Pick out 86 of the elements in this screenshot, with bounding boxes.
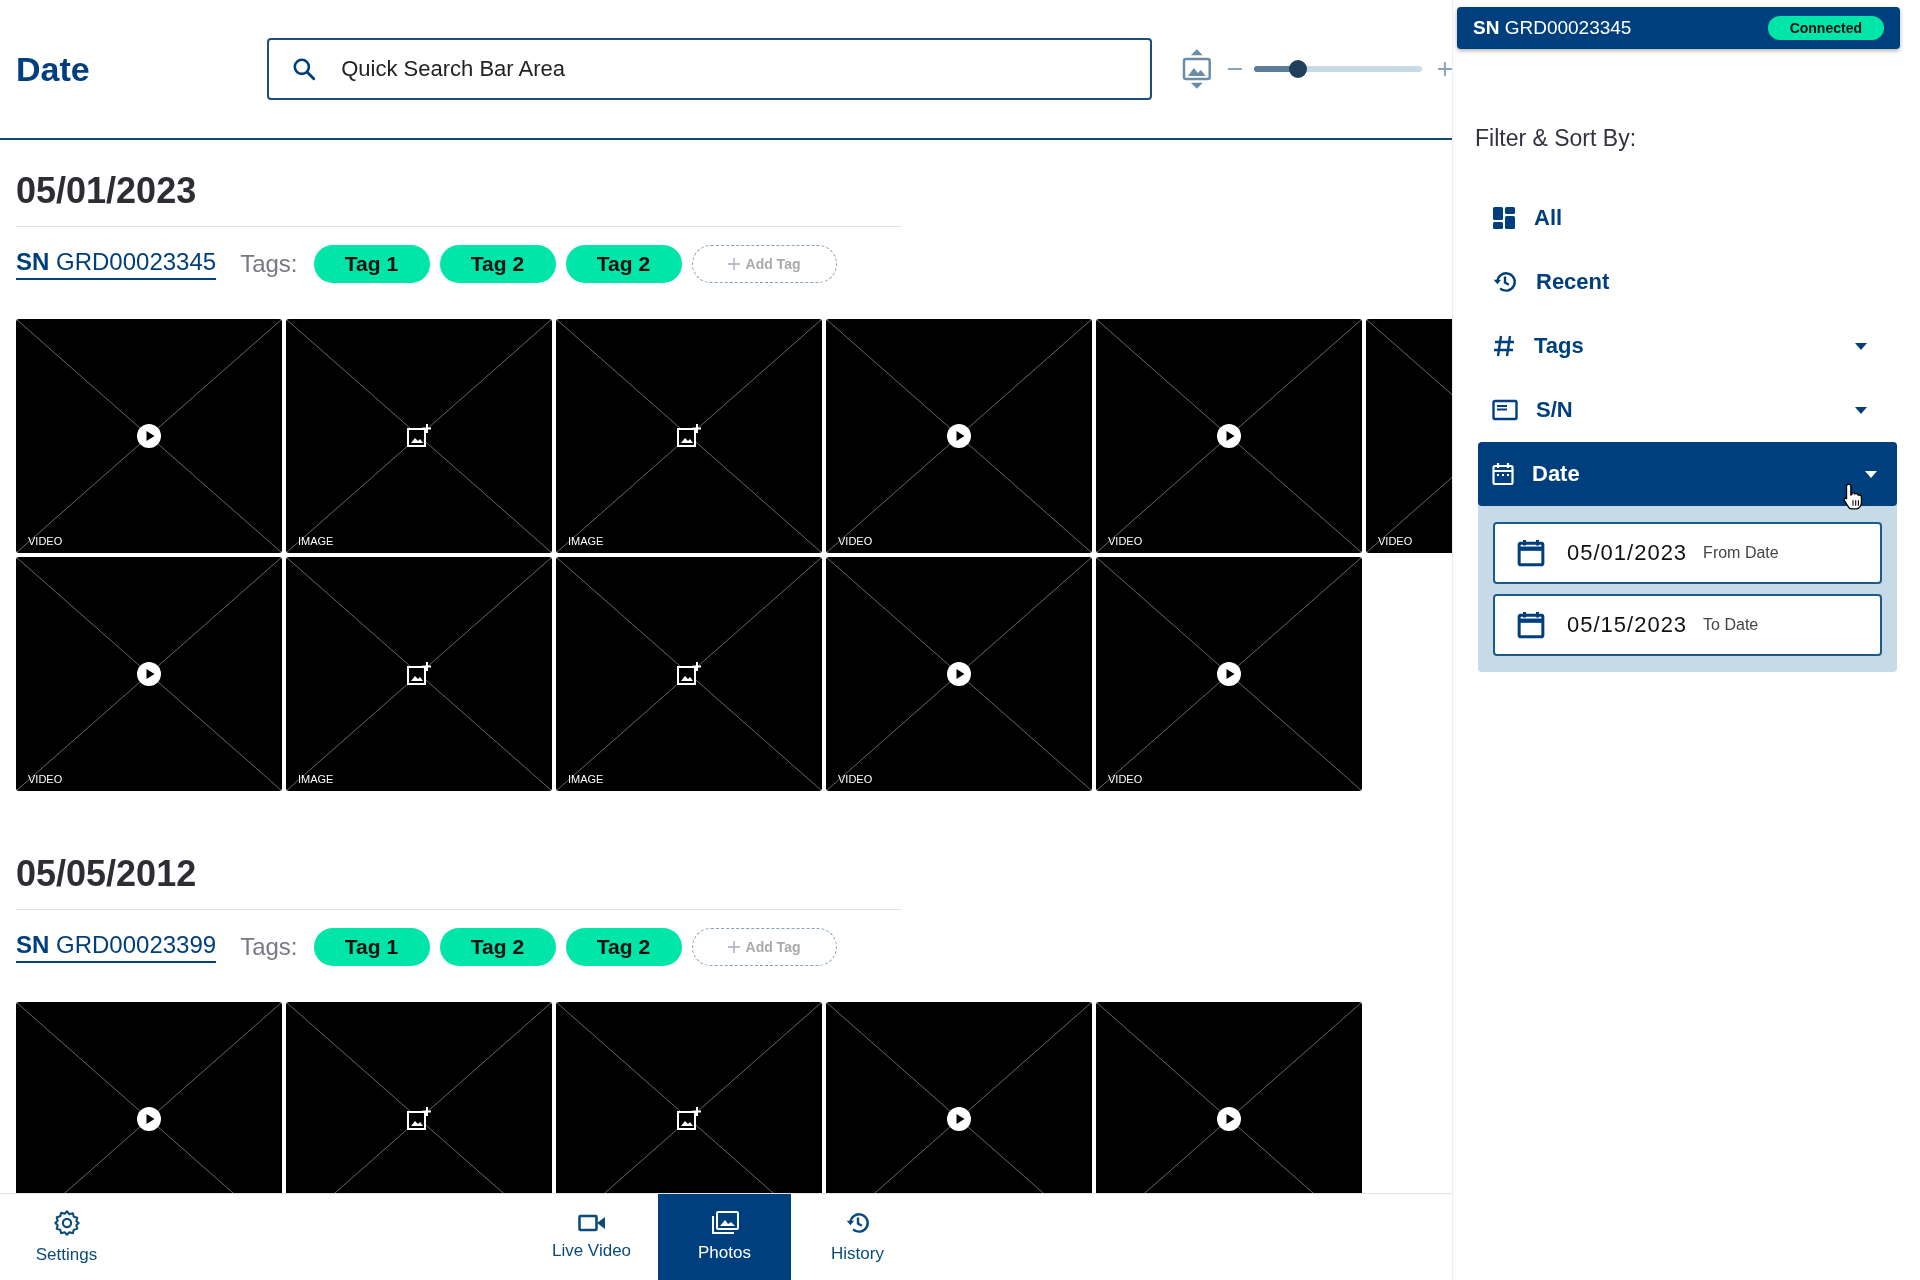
history-icon [844,1210,871,1236]
search-field[interactable]: Quick Search Bar Area [267,38,1153,100]
calendar-icon [1517,611,1545,639]
media-type-label: VIDEO [28,535,63,547]
filter-option[interactable]: Recent [1478,250,1897,314]
tag-chip[interactable]: Tag 2 [439,245,556,283]
image-thumbnail[interactable] [556,1002,822,1193]
video-thumbnail[interactable] [826,1002,1092,1193]
zoom-in-icon[interactable] [1438,62,1452,76]
dashboard-icon [1492,206,1516,230]
play-icon [1217,424,1241,448]
date-field[interactable]: 05/01/2023 From Date [1493,522,1882,584]
media-type-label: IMAGE [298,535,334,547]
image-thumbnail[interactable]: IMAGE [556,319,822,553]
video-thumbnail[interactable] [16,1002,282,1193]
image-size-icon[interactable] [1182,48,1213,90]
play-icon [1217,1107,1241,1131]
plus-icon [727,941,740,953]
add-image-icon [407,662,431,686]
media-type-label: VIDEO [838,773,873,785]
media-type-label: IMAGE [568,773,604,785]
filter-option[interactable]: S/N [1478,378,1897,442]
play-icon [947,424,971,448]
filter-option[interactable]: All [1478,186,1897,250]
plus-icon [727,258,740,270]
image-thumbnail[interactable]: IMAGE [286,557,552,791]
calendar-icon [1492,462,1514,486]
tag-chip[interactable]: Tag 1 [313,245,430,283]
video-thumbnail[interactable]: VIDEO [1096,557,1362,791]
pointer-cursor-icon [1842,482,1864,510]
video-thumbnail[interactable]: VIDEO [16,319,282,553]
video-camera-icon [577,1213,606,1233]
play-icon [947,662,971,686]
video-thumbnail[interactable]: VIDEO [1096,319,1362,553]
nav-tab[interactable]: Photos [658,1194,791,1280]
media-type-label: IMAGE [298,773,334,785]
serial-number-link[interactable]: SN GRD00023399 [16,931,217,963]
date-heading: 05/05/2012 [16,853,198,895]
media-type-label: VIDEO [28,773,63,785]
search-icon [291,56,318,82]
hash-icon [1492,334,1516,358]
date-heading: 05/01/2023 [16,170,198,212]
add-image-icon [677,1107,701,1131]
filter-option[interactable]: Tags [1478,314,1897,378]
settings-icon [52,1209,81,1237]
add-image-icon [677,662,701,686]
tags-label: Tags: [240,933,298,961]
tag-chip[interactable]: Tag 2 [439,928,556,966]
date-field[interactable]: 05/15/2023 To Date [1493,594,1882,656]
zoom-out-icon[interactable] [1228,67,1242,71]
media-type-label: IMAGE [568,535,604,547]
add-image-icon [407,1107,431,1131]
add-image-icon [677,424,701,448]
image-thumbnail[interactable] [286,1002,552,1193]
video-thumbnail[interactable]: VIDEO [826,557,1092,791]
image-thumbnail[interactable]: IMAGE [286,319,552,553]
play-icon [137,662,161,686]
page-title: Date [16,49,91,89]
size-slider[interactable] [1254,60,1423,78]
tag-chip[interactable]: Tag 2 [565,928,682,966]
media-type-label: VIDEO [1378,535,1413,547]
video-thumbnail[interactable]: VIDEO [826,319,1092,553]
tags-label: Tags: [240,250,298,278]
play-icon [947,1107,971,1131]
image-thumbnail[interactable]: IMAGE [556,557,822,791]
calendar-icon [1517,539,1545,567]
media-type-label: VIDEO [1108,535,1143,547]
history-icon [1492,269,1518,295]
add-image-icon [407,424,431,448]
play-icon [137,1107,161,1131]
video-thumbnail[interactable]: VIDEO [16,557,282,791]
video-thumbnail[interactable] [1096,1002,1362,1193]
play-icon [137,424,161,448]
filter-option[interactable]: Date [1478,442,1897,506]
media-type-label: VIDEO [1108,773,1143,785]
photo-library-icon [710,1211,739,1235]
connection-status-badge: Connected [1767,16,1884,40]
filter-heading: Filter & Sort By: [1475,125,1638,152]
tag-chip[interactable]: Tag 1 [313,928,430,966]
device-serial: SN GRD00023345 [1473,17,1632,39]
play-icon [1217,662,1241,686]
tag-chip[interactable]: Tag 2 [565,245,682,283]
video-thumbnail[interactable]: VIDEO [1366,319,1452,553]
id-card-icon [1492,399,1518,421]
media-type-label: VIDEO [838,535,873,547]
serial-number-link[interactable]: SN GRD00023345 [16,248,217,280]
